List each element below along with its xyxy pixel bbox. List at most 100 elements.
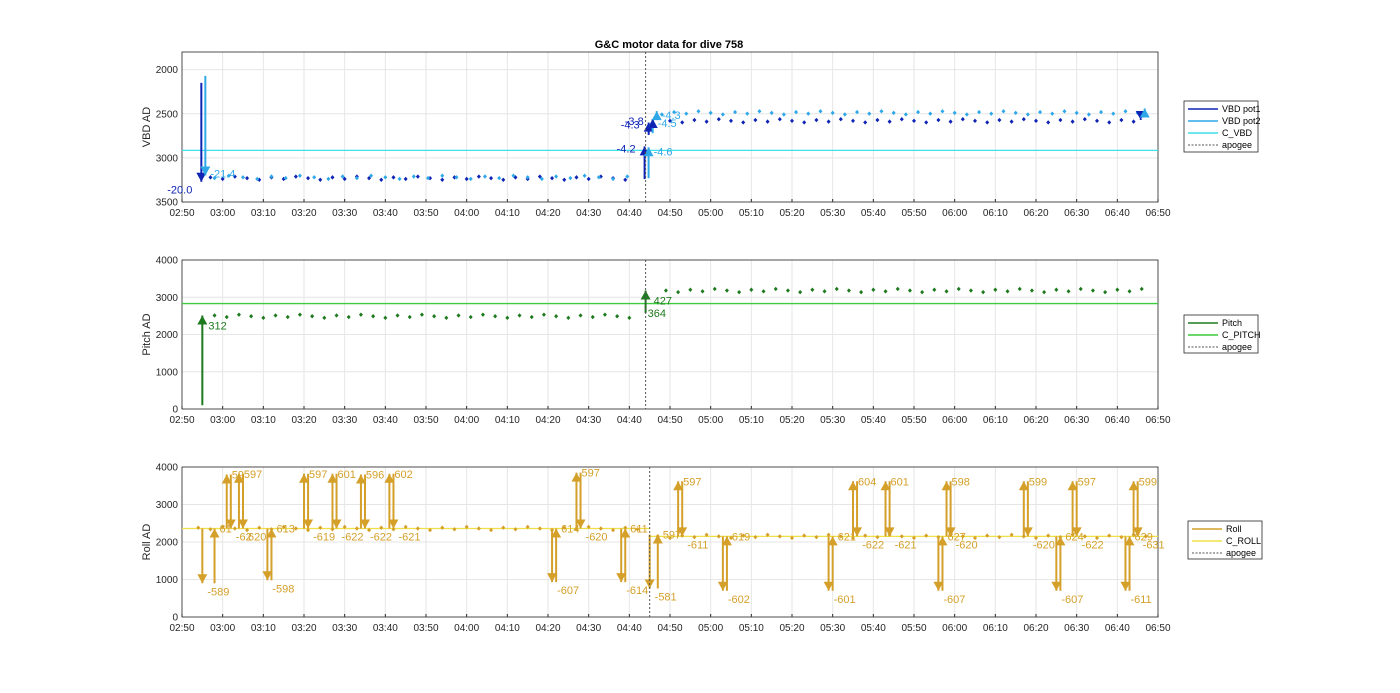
x-tick-label: 05:20 [779, 415, 804, 426]
x-tick-label: 04:20 [535, 623, 560, 634]
data-label: -598 [272, 583, 294, 595]
x-tick-label: 05:50 [901, 208, 926, 219]
x-tick-label: 05:30 [820, 623, 845, 634]
data-label: -20.0 [167, 185, 192, 197]
x-tick-label: 04:40 [617, 623, 642, 634]
x-tick-label: 03:30 [332, 623, 357, 634]
x-tick-label: 03:40 [373, 208, 398, 219]
data-label: 597 [309, 469, 327, 481]
y-tick-label: 2000 [156, 65, 179, 76]
x-tick-label: 06:20 [1023, 623, 1048, 634]
x-tick-label: 06:10 [983, 623, 1008, 634]
data-label: 364 [648, 308, 666, 320]
x-tick-label: 03:30 [332, 208, 357, 219]
data-label: -607 [943, 594, 965, 606]
x-tick-label: 04:50 [657, 415, 682, 426]
x-tick-label: 06:00 [942, 415, 967, 426]
y-tick-label: 2000 [156, 330, 179, 341]
data-label: -620 [586, 532, 608, 544]
y-axis-label: VBD AD [141, 107, 153, 147]
data-label: -621 [398, 532, 420, 544]
pitch-panel: 02:50 03:00 03:10 03:20 03:30 03:40 03:50 04:00… [141, 256, 1261, 427]
data-label: -620 [956, 539, 978, 551]
x-tick-label: 06:20 [1023, 208, 1048, 219]
data-label: 599 [1139, 476, 1157, 488]
data-label: -21.4 [210, 169, 235, 181]
x-tick-label: 05:40 [861, 623, 886, 634]
x-tick-label: 04:20 [535, 208, 560, 219]
y-tick-label: 3000 [156, 500, 179, 511]
data-label: -602 [728, 594, 750, 606]
x-tick-label: 04:30 [576, 208, 601, 219]
y-tick-label: 4000 [156, 256, 179, 267]
x-tick-label: 03:40 [373, 415, 398, 426]
y-tick-label: 2000 [156, 538, 179, 549]
legend-entry: apogee [1222, 342, 1252, 352]
data-label: -581 [655, 592, 677, 604]
x-tick-label: 06:50 [1145, 208, 1170, 219]
x-tick-label: 06:50 [1145, 623, 1170, 634]
x-tick-label: 05:00 [698, 623, 723, 634]
data-label: 597 [581, 468, 599, 480]
x-tick-label: 05:50 [901, 415, 926, 426]
x-tick-label: 05:30 [820, 208, 845, 219]
x-tick-label: 03:20 [291, 623, 316, 634]
data-label: 312 [208, 321, 226, 333]
x-tick-label: 03:10 [251, 623, 276, 634]
data-label: -621 [895, 539, 917, 551]
data-label: -622 [370, 532, 392, 544]
data-label: 598 [952, 476, 970, 488]
y-tick-label: 3500 [156, 198, 179, 209]
x-tick-label: 02:50 [169, 623, 194, 634]
x-tick-label: 05:40 [861, 415, 886, 426]
data-label: -607 [557, 585, 579, 597]
x-tick-label: 06:10 [983, 415, 1008, 426]
x-tick-label: 04:40 [617, 208, 642, 219]
x-tick-label: 04:50 [657, 623, 682, 634]
x-tick-label: 06:00 [942, 208, 967, 219]
x-tick-label: 03:50 [413, 623, 438, 634]
x-tick-label: 04:10 [495, 623, 520, 634]
data-label: -4.2 [617, 143, 636, 155]
x-tick-label: 06:40 [1105, 623, 1130, 634]
x-tick-label: 03:10 [251, 208, 276, 219]
data-label: 597 [683, 476, 701, 488]
legend-entry: Pitch [1222, 318, 1242, 328]
x-tick-label: 03:50 [413, 415, 438, 426]
x-tick-label: 04:40 [617, 415, 642, 426]
data-label: -4.6 [654, 146, 673, 158]
x-tick-label: 04:10 [495, 415, 520, 426]
y-tick-label: 1000 [156, 575, 179, 586]
x-tick-label: 02:50 [169, 415, 194, 426]
x-tick-label: 05:10 [739, 623, 764, 634]
x-tick-label: 06:30 [1064, 208, 1089, 219]
x-tick-label: 05:20 [779, 623, 804, 634]
data-label: -620 [1033, 539, 1055, 551]
x-tick-label: 05:20 [779, 208, 804, 219]
y-axis-label: Pitch AD [141, 313, 153, 355]
x-tick-label: 05:10 [739, 415, 764, 426]
data-label: 604 [858, 476, 876, 488]
x-tick-label: 04:00 [454, 623, 479, 634]
x-tick-label: 04:30 [576, 415, 601, 426]
x-tick-label: 06:30 [1064, 415, 1089, 426]
data-label: 596 [366, 470, 384, 482]
x-tick-label: 06:50 [1145, 415, 1170, 426]
x-tick-label: 04:30 [576, 623, 601, 634]
data-label: 601 [891, 476, 909, 488]
x-tick-label: 06:00 [942, 623, 967, 634]
x-tick-label: 04:20 [535, 415, 560, 426]
data-label: -619 [313, 532, 335, 544]
x-tick-label: 03:20 [291, 415, 316, 426]
data-label: -601 [834, 594, 856, 606]
data-label: -4.3 [662, 110, 681, 122]
x-tick-label: 03:10 [251, 415, 276, 426]
x-tick-label: 03:40 [373, 623, 398, 634]
y-tick-label: 3000 [156, 293, 179, 304]
data-label: 599 [1029, 476, 1047, 488]
data-label: 602 [394, 469, 412, 481]
legend-entry: apogee [1222, 140, 1252, 150]
y-tick-label: 3000 [156, 153, 179, 164]
x-tick-label: 03:20 [291, 208, 316, 219]
x-tick-label: 05:00 [698, 415, 723, 426]
